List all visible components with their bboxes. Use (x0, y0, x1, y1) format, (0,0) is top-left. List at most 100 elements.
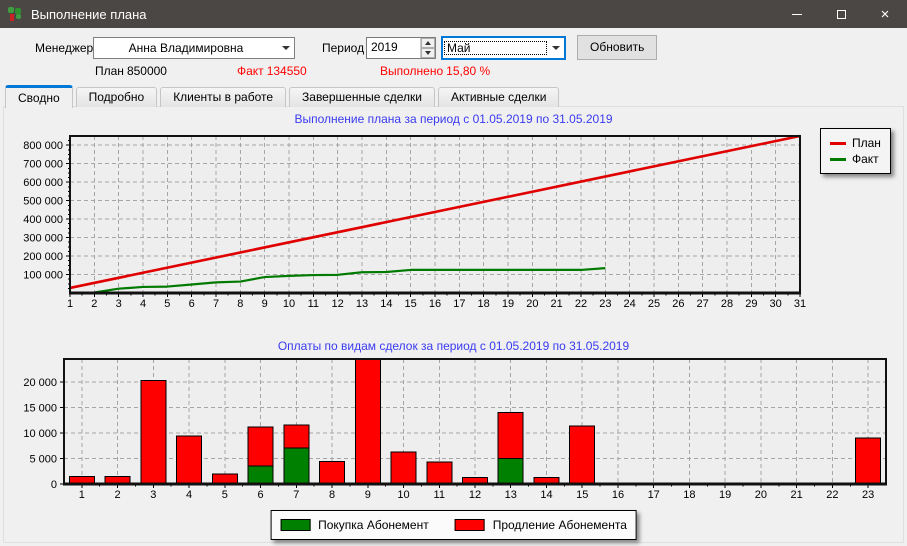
legend-color-swatch (280, 519, 311, 531)
close-button[interactable]: × (863, 0, 907, 28)
svg-text:18: 18 (478, 298, 490, 310)
minimize-icon (792, 13, 802, 15)
svg-text:6: 6 (189, 298, 195, 310)
svg-text:5: 5 (164, 298, 170, 310)
svg-text:14: 14 (540, 489, 552, 501)
svg-text:12: 12 (469, 489, 481, 501)
month-value: Май (443, 40, 548, 56)
titlebar[interactable]: Выполнение плана × (0, 0, 907, 28)
svg-text:4: 4 (186, 489, 192, 501)
window-title: Выполнение плана (31, 6, 147, 22)
maximize-icon (836, 9, 846, 19)
svg-text:9: 9 (262, 298, 268, 310)
fact-summary-value: 134550 (266, 64, 307, 78)
svg-text:7: 7 (213, 298, 219, 310)
svg-text:21: 21 (791, 489, 803, 501)
svg-text:16: 16 (612, 489, 624, 501)
svg-text:15: 15 (576, 489, 588, 501)
app-window: Выполнение плана × Менеджер Анна Владими… (0, 0, 907, 546)
svg-text:25: 25 (648, 298, 660, 310)
tab-bar: Сводно Подробно Клиенты в работе Заверше… (5, 85, 562, 108)
tab-podrobno[interactable]: Подробно (75, 87, 158, 107)
chevron-down-icon[interactable] (278, 38, 294, 58)
plan-chart-legend: План Факт (820, 128, 891, 174)
svg-text:1: 1 (79, 489, 85, 501)
svg-text:15: 15 (405, 298, 417, 310)
legend-item: Продление Абонемента (454, 518, 627, 532)
svg-text:11: 11 (308, 298, 319, 310)
tab-klienty-v-rabote[interactable]: Клиенты в работе (160, 87, 287, 107)
plan-summary-label: План (95, 64, 124, 78)
svg-text:26: 26 (672, 298, 684, 310)
svg-text:10: 10 (397, 489, 409, 501)
spin-up-button[interactable] (421, 38, 435, 48)
svg-text:20: 20 (755, 489, 767, 501)
tab-svodno[interactable]: Сводно (5, 85, 73, 108)
svg-text:22: 22 (575, 298, 587, 310)
svg-text:9: 9 (365, 489, 371, 501)
svg-text:11: 11 (434, 489, 445, 501)
svg-text:15 000: 15 000 (23, 402, 57, 414)
svg-text:13: 13 (505, 489, 517, 501)
plan-summary: План 850000 (95, 63, 170, 79)
chevron-up-icon (425, 41, 431, 45)
tab-aktivnye-sdelki[interactable]: Активные сделки (437, 87, 560, 107)
year-spinner[interactable]: 2019 (366, 37, 436, 59)
fact-summary: Факт 134550 (237, 63, 310, 79)
legend-line-swatch (830, 157, 846, 161)
payments-bar-chart: 1 2 3 4 5 6 7 8 9 10 11 12 13 14 15 16 17 18 19 20 21 22 2305 … (23, 358, 887, 501)
legend-label: Факт (852, 152, 879, 166)
svg-text:8: 8 (237, 298, 243, 310)
tab-zavershennye-sdelki[interactable]: Завершенные сделки (289, 87, 435, 107)
svg-text:17: 17 (648, 489, 660, 501)
svg-text:5: 5 (222, 489, 228, 501)
legend-color-swatch (454, 519, 485, 531)
legend-item: Покупка Абонемент (280, 518, 429, 532)
svg-text:20 000: 20 000 (23, 377, 57, 389)
legend-item: План (830, 136, 881, 150)
spin-down-button[interactable] (421, 48, 435, 58)
svg-text:21: 21 (551, 298, 563, 310)
legend-line-swatch (830, 141, 846, 145)
refresh-button[interactable]: Обновить (577, 35, 658, 60)
manager-value: Анна Владимировна (128, 41, 244, 55)
svg-text:27: 27 (697, 298, 709, 310)
legend-label: План (852, 136, 881, 150)
minimize-button[interactable] (775, 0, 819, 28)
svg-text:29: 29 (745, 298, 757, 310)
chevron-down-icon[interactable] (548, 38, 564, 58)
svg-text:2: 2 (115, 489, 121, 501)
legend-label: Продление Абонемента (492, 518, 627, 532)
plan-chart-title: Выполнение плана за период с 01.05.2019 … (294, 112, 613, 126)
svg-text:23: 23 (599, 298, 611, 310)
svg-text:24: 24 (624, 298, 636, 310)
svg-text:8: 8 (329, 489, 335, 501)
svg-text:600 000: 600 000 (23, 177, 63, 189)
svg-text:700 000: 700 000 (23, 159, 63, 171)
svg-text:2: 2 (91, 298, 97, 310)
app-icon (7, 6, 23, 22)
svg-text:400 000: 400 000 (23, 214, 63, 226)
manager-select[interactable]: Анна Владимировна (93, 37, 295, 59)
svg-text:300 000: 300 000 (23, 233, 63, 245)
legend-item: Факт (830, 152, 881, 166)
chevron-down-icon (425, 51, 431, 55)
svg-text:800 000: 800 000 (23, 140, 63, 152)
completed-summary-value: 15,80 % (446, 64, 491, 78)
svg-text:3: 3 (150, 489, 156, 501)
svg-text:10 000: 10 000 (23, 428, 57, 440)
svg-text:16: 16 (429, 298, 441, 310)
svg-text:3: 3 (116, 298, 122, 310)
svg-text:4: 4 (140, 298, 146, 310)
manager-label: Менеджер (35, 41, 94, 55)
svg-text:13: 13 (356, 298, 368, 310)
svg-text:28: 28 (721, 298, 733, 310)
svg-text:19: 19 (719, 489, 731, 501)
svg-text:5 000: 5 000 (29, 453, 57, 465)
completed-summary: Выполнено 15,80 % (380, 63, 493, 79)
period-label: Период (322, 41, 365, 55)
legend-label: Покупка Абонемент (318, 518, 429, 532)
month-select[interactable]: Май (441, 36, 566, 60)
svg-text:12: 12 (332, 298, 344, 310)
maximize-button[interactable] (819, 0, 863, 28)
